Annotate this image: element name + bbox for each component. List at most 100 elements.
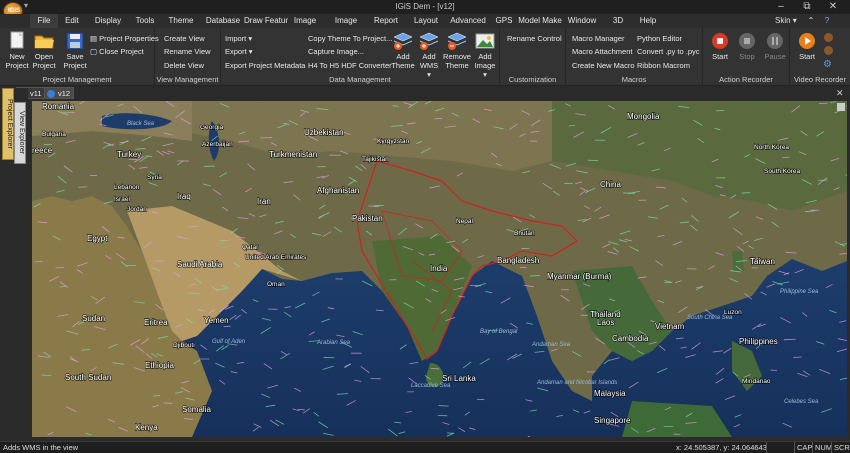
map-label: Uzbekistan [304, 128, 344, 137]
h4-to-h5-converter-button[interactable]: H4 To H5 HDF Converter [308, 61, 392, 70]
close-view-icon[interactable]: ✕ [836, 88, 844, 99]
video-pause-small-icon[interactable] [824, 46, 833, 55]
map-canvas[interactable]: Romania Black Sea Georgia Uzbekistan Kyrgyzs… [32, 101, 847, 437]
save-project-button[interactable]: Save Project [62, 31, 88, 70]
group-label-project-management: Project Management [42, 75, 112, 84]
map-label: Somalia [182, 405, 211, 414]
video-start-button[interactable]: Start [795, 31, 819, 61]
map-label: Thailand [590, 310, 621, 319]
map-corner-resize-icon[interactable] [837, 103, 845, 111]
video-record-small-icon[interactable] [824, 33, 833, 42]
map-label: Bay of Bengal [480, 329, 518, 335]
menu-advanced[interactable]: Advanced M [446, 14, 490, 39]
map-label: Israel [114, 196, 130, 203]
menu-help[interactable]: Help [636, 14, 660, 28]
close-project-button[interactable]: ▢ Close Project [90, 47, 144, 56]
new-project-button[interactable]: New Project [4, 31, 30, 70]
group-customization: Rename Control Customization [500, 28, 566, 86]
group-data-management: Import ▾ Export ▾ Export Project Metadat… [221, 28, 500, 86]
pause-icon [767, 33, 783, 49]
menu-report[interactable]: Report [372, 14, 400, 28]
tab-view-explorer[interactable]: View Explorer [14, 102, 26, 164]
macro-manager-button[interactable]: Macro Manager [572, 34, 625, 43]
map-label: Cambodia [612, 334, 649, 343]
export-dropdown[interactable]: Export ▾ [225, 47, 253, 56]
menu-database[interactable]: Database [205, 14, 241, 28]
minimize-icon[interactable]: – [768, 0, 794, 14]
copy-theme-button[interactable]: Copy Theme To Project... [308, 34, 392, 43]
map-label: Mindanao [742, 378, 771, 385]
macro-attachment-button[interactable]: Macro Attachment [572, 47, 632, 56]
map-label: Andaman Sea [531, 342, 571, 348]
create-view-button[interactable]: Create View [164, 34, 205, 43]
record-pause-button[interactable]: Pause [762, 31, 788, 61]
map-label: Sudan [82, 314, 105, 323]
delete-view-button[interactable]: Delete View [164, 61, 204, 70]
map-label: Laos [597, 318, 614, 327]
tab-project-explorer[interactable]: Project Explorer [2, 88, 14, 160]
add-theme-button[interactable]: Add Theme [391, 31, 415, 70]
map-label: Turkmenistan [269, 150, 317, 159]
menu-model-maker[interactable]: Model Make [518, 14, 562, 28]
menu-theme[interactable]: Theme [168, 14, 194, 28]
capture-image-button[interactable]: Capture Image... [308, 47, 364, 56]
menu-image[interactable]: Image [292, 14, 318, 28]
create-new-macro-button[interactable]: Create New Macro [572, 61, 635, 70]
python-editor-button[interactable]: Python Editor [637, 34, 682, 43]
import-dropdown[interactable]: Import ▾ [225, 34, 252, 43]
map-label: Eritrea [144, 318, 168, 327]
project-properties-button[interactable]: ▤ Project Properties [90, 34, 159, 43]
stop-icon [739, 33, 755, 49]
menu-layout[interactable]: Layout [412, 14, 440, 28]
play-icon [799, 33, 815, 49]
close-icon[interactable]: ✕ [820, 0, 846, 14]
globe-icon [47, 90, 55, 98]
ribbon: New Project Open Project Save Project ▤ … [0, 28, 850, 86]
map-label: Philippine Sea [780, 289, 819, 295]
map-view[interactable]: Romania Black Sea Georgia Uzbekistan Kyrgyzs… [32, 101, 847, 437]
side-panel-strip: Project Explorer View Explorer [0, 88, 28, 440]
record-stop-button[interactable]: Stop [735, 31, 759, 61]
map-label: Bangladesh [497, 256, 539, 265]
maximize-icon[interactable]: ⧉ [794, 0, 820, 14]
menu-3d[interactable]: 3D [610, 14, 626, 28]
menu-image-processing[interactable]: Image Proce [324, 14, 368, 39]
map-label: Black Sea [127, 121, 155, 127]
rename-view-button[interactable]: Rename View [164, 47, 211, 56]
map-label: Oman [267, 281, 285, 288]
ribbon-macro-button[interactable]: Ribbon Macrom [637, 61, 690, 70]
app-window: ▾ IGiS Dem - [v12] – ⧉ ✕ IGiS File Edit … [0, 0, 850, 453]
map-label: Lebanon [114, 184, 140, 191]
menu-edit[interactable]: Edit [62, 14, 82, 28]
group-label-data-management: Data Management [329, 75, 391, 84]
map-label: North Korea [754, 144, 789, 151]
convert-py-button[interactable]: Convert .py to .pyc [637, 47, 700, 56]
add-wms-button[interactable]: Add WMS ▾ [417, 31, 441, 79]
help-icon[interactable]: ? [822, 14, 832, 28]
remove-layer-icon [447, 32, 467, 50]
rename-control-button[interactable]: Rename Control [507, 34, 562, 43]
menu-gps[interactable]: GPS [494, 14, 514, 28]
video-settings-gear-icon[interactable]: ⚙ [823, 59, 834, 70]
map-label: Pakistan [352, 214, 383, 223]
menu-draw-feature[interactable]: Draw Featur [244, 14, 288, 28]
map-label: Andaman and Nicobar Islands [536, 380, 617, 386]
menu-tools[interactable]: Tools [134, 14, 156, 28]
export-project-metadata-button[interactable]: Export Project Metadata [225, 61, 305, 70]
menu-display[interactable]: Display [94, 14, 122, 28]
tab-v12[interactable]: v12 [44, 87, 75, 99]
status-bar: Adds WMS in the view x: 24.505387, y: 24… [0, 441, 850, 453]
group-label-macros: Macros [621, 75, 647, 84]
map-label: Bulgaria [42, 131, 66, 138]
add-image-button[interactable]: Add Image ▾ [473, 31, 497, 79]
skin-dropdown[interactable]: Skin ▾ [775, 14, 797, 28]
group-video-recorder: Start ⚙ Video Recorder [790, 28, 850, 86]
menu-window[interactable]: Window [566, 14, 598, 28]
remove-theme-button[interactable]: Remove Theme [443, 31, 471, 70]
ribbon-collapse-icon[interactable]: ⌃ [806, 14, 816, 28]
map-label: Afghanistan [317, 186, 359, 195]
record-start-button[interactable]: Start [708, 31, 732, 61]
menu-file[interactable]: File [30, 14, 58, 28]
map-label: Yemen [204, 316, 229, 325]
open-project-button[interactable]: Open Project [31, 31, 57, 70]
